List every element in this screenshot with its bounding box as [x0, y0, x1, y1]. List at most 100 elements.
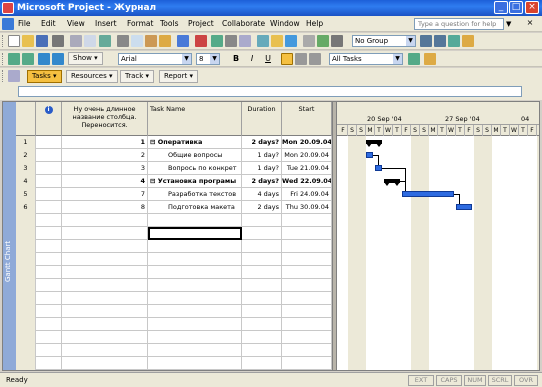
- scroll-to-task-icon[interactable]: [448, 35, 460, 47]
- print-preview-icon[interactable]: [84, 35, 96, 47]
- paste-icon[interactable]: [145, 35, 157, 47]
- menu-project[interactable]: Project: [188, 19, 214, 28]
- show-button[interactable]: Show ▾: [68, 52, 103, 65]
- task-bar[interactable]: [375, 165, 382, 171]
- task-name-cell[interactable]: Общие вопросы: [148, 149, 242, 162]
- info-cell[interactable]: [36, 201, 62, 214]
- dependency-link[interactable]: [382, 168, 405, 169]
- undo-icon[interactable]: [177, 35, 189, 47]
- start-cell[interactable]: [282, 318, 332, 331]
- entry-field[interactable]: [18, 86, 522, 97]
- align-left-icon[interactable]: [281, 53, 293, 65]
- custom-cell[interactable]: [62, 253, 148, 266]
- gantt-wizard-icon[interactable]: [424, 53, 436, 65]
- menu-edit[interactable]: Edit: [41, 19, 56, 28]
- info-cell[interactable]: [36, 136, 62, 149]
- duration-cell[interactable]: [242, 266, 282, 279]
- task-name-cell[interactable]: [148, 357, 242, 370]
- row-id-cell[interactable]: [16, 214, 36, 227]
- start-cell[interactable]: [282, 305, 332, 318]
- row-id-cell[interactable]: 4: [16, 175, 36, 188]
- table-row[interactable]: 3 3 Вопрось по конкрет 1 day? Tue 21.09.04: [16, 162, 332, 175]
- info-cell[interactable]: [36, 357, 62, 370]
- close-button[interactable]: ×: [525, 1, 539, 14]
- row-id-cell[interactable]: [16, 279, 36, 292]
- start-cell[interactable]: [282, 344, 332, 357]
- info-cell[interactable]: [36, 279, 62, 292]
- table-row[interactable]: 1 1 ⊟ Оперативка 2 days? Mon 20.09.04: [16, 136, 332, 149]
- summary-bar[interactable]: [366, 140, 382, 147]
- table-row[interactable]: [16, 318, 332, 331]
- copy-picture-icon[interactable]: [317, 35, 329, 47]
- autofilter-icon[interactable]: [408, 53, 420, 65]
- report-button[interactable]: Report ▾: [159, 70, 198, 83]
- custom-cell[interactable]: [62, 331, 148, 344]
- custom-cell[interactable]: 7: [62, 188, 148, 201]
- start-cell[interactable]: [282, 357, 332, 370]
- row-id-cell[interactable]: 6: [16, 201, 36, 214]
- select-all-corner[interactable]: [16, 102, 36, 136]
- dependency-link[interactable]: [378, 155, 379, 165]
- start-cell[interactable]: Fri 24.09.04: [282, 188, 332, 201]
- close-document-button[interactable]: ×: [522, 18, 538, 30]
- task-name-cell[interactable]: [148, 305, 242, 318]
- task-name-cell[interactable]: ⊟ Установка програмы: [148, 175, 242, 188]
- show-subtasks-icon[interactable]: [38, 53, 50, 65]
- duration-cell[interactable]: [242, 344, 282, 357]
- info-cell[interactable]: [36, 175, 62, 188]
- task-bar[interactable]: [456, 204, 472, 210]
- italic-button[interactable]: I: [246, 53, 258, 65]
- group-by-select[interactable]: No Group ▼: [352, 35, 416, 47]
- print-icon[interactable]: [70, 35, 82, 47]
- menu-file[interactable]: File: [18, 19, 31, 28]
- info-cell[interactable]: [36, 240, 62, 253]
- info-cell[interactable]: [36, 266, 62, 279]
- table-row[interactable]: [16, 331, 332, 344]
- row-id-cell[interactable]: [16, 240, 36, 253]
- duration-cell[interactable]: 2 days?: [242, 175, 282, 188]
- duration-cell[interactable]: [242, 253, 282, 266]
- duration-cell[interactable]: 2 days?: [242, 136, 282, 149]
- task-name-cell[interactable]: [148, 253, 242, 266]
- align-right-icon[interactable]: [309, 53, 321, 65]
- custom-cell[interactable]: 8: [62, 201, 148, 214]
- menu-tools[interactable]: Tools: [160, 19, 178, 28]
- table-row[interactable]: 5 7 Разработка текстов 4 days Fri 24.09.04: [16, 188, 332, 201]
- custom-cell[interactable]: [62, 292, 148, 305]
- start-cell[interactable]: [282, 253, 332, 266]
- task-name-cell[interactable]: [148, 214, 242, 227]
- save-icon[interactable]: [36, 35, 48, 47]
- start-cell[interactable]: [282, 292, 332, 305]
- duration-cell[interactable]: 1 day?: [242, 162, 282, 175]
- info-cell[interactable]: [36, 344, 62, 357]
- task-bar[interactable]: [402, 191, 454, 197]
- duration-cell[interactable]: [242, 357, 282, 370]
- duration-cell[interactable]: 4 days: [242, 188, 282, 201]
- task-name-cell[interactable]: Разработка текстов: [148, 188, 242, 201]
- custom-cell[interactable]: [62, 344, 148, 357]
- menu-window[interactable]: Window: [270, 19, 300, 28]
- duration-cell[interactable]: [242, 305, 282, 318]
- info-cell[interactable]: [36, 253, 62, 266]
- custom-cell[interactable]: 3: [62, 162, 148, 175]
- info-cell[interactable]: [36, 188, 62, 201]
- duration-cell[interactable]: [242, 292, 282, 305]
- start-cell[interactable]: Thu 30.09.04: [282, 201, 332, 214]
- row-id-cell[interactable]: [16, 253, 36, 266]
- task-name-cell[interactable]: [148, 279, 242, 292]
- menu-help[interactable]: Help: [306, 19, 323, 28]
- minimize-button[interactable]: _: [494, 1, 508, 14]
- start-cell[interactable]: [282, 279, 332, 292]
- indent-icon[interactable]: [22, 53, 34, 65]
- info-cell[interactable]: [36, 214, 62, 227]
- duration-cell[interactable]: [242, 227, 282, 240]
- task-name-cell[interactable]: [148, 344, 242, 357]
- resources-button[interactable]: Resources ▾: [66, 70, 118, 83]
- font-select[interactable]: Arial ▼: [118, 53, 192, 65]
- task-name-cell[interactable]: Вопрось по конкрет: [148, 162, 242, 175]
- row-id-cell[interactable]: [16, 318, 36, 331]
- table-row[interactable]: 2 2 Общие вопросы 1 day? Mon 20.09.04: [16, 149, 332, 162]
- custom-cell[interactable]: [62, 227, 148, 240]
- maximize-button[interactable]: □: [509, 1, 523, 14]
- start-cell[interactable]: [282, 227, 332, 240]
